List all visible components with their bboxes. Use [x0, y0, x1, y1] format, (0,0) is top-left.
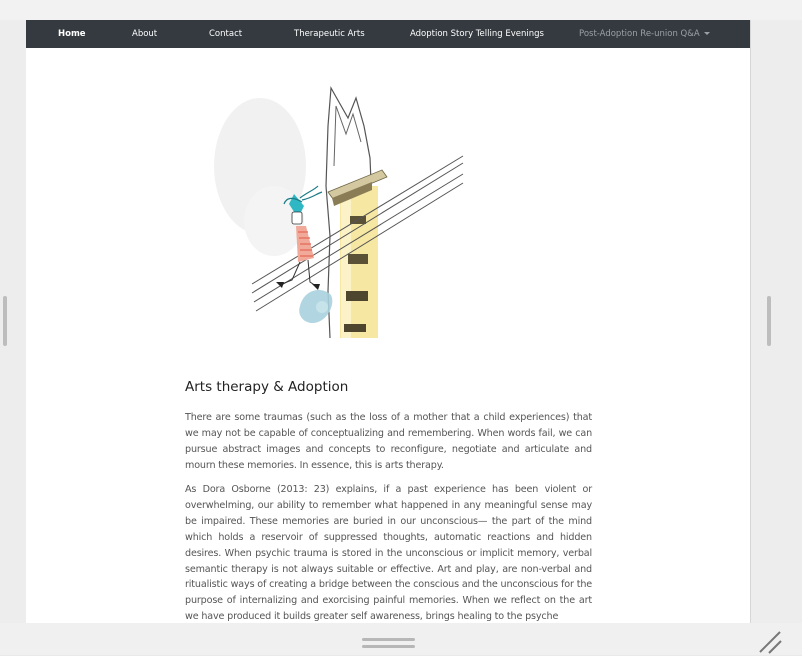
left-resize-handle[interactable]: [3, 296, 7, 346]
bottom-resize-handle[interactable]: [362, 638, 415, 641]
top-navbar: Home About Contact Therapeutic Arts Adop…: [26, 20, 750, 48]
nav-dropdown-label: Post-Adoption Re-union Q&A: [579, 29, 700, 39]
article-title: Arts therapy & Adoption: [185, 379, 349, 395]
caret-down-icon: [703, 32, 710, 35]
page-frame: Home About Contact Therapeutic Arts Adop…: [26, 20, 751, 623]
nav-post-adoption-dropdown[interactable]: Post-Adoption Re-union Q&A: [579, 20, 710, 48]
article-paragraph-2: As Dora Osborne (2013: 23) explains, if …: [185, 484, 592, 623]
right-resize-handle[interactable]: [767, 296, 771, 346]
bottom-resize-handle-line[interactable]: [362, 645, 415, 648]
nav-contact[interactable]: Contact: [209, 20, 242, 48]
nav-about[interactable]: About: [132, 20, 157, 48]
outer-top-margin: [0, 0, 802, 20]
arts-therapy-illustration: [214, 86, 464, 338]
outer-right-margin: [750, 20, 802, 623]
article-paragraph-1: There are some traumas (such as the loss…: [185, 412, 592, 471]
nav-home[interactable]: Home: [58, 20, 86, 48]
nav-adoption-story-telling[interactable]: Adoption Story Telling Evenings: [410, 20, 544, 48]
nav-therapeutic-arts[interactable]: Therapeutic Arts: [294, 20, 365, 48]
resize-grip-icon[interactable]: [756, 628, 784, 656]
